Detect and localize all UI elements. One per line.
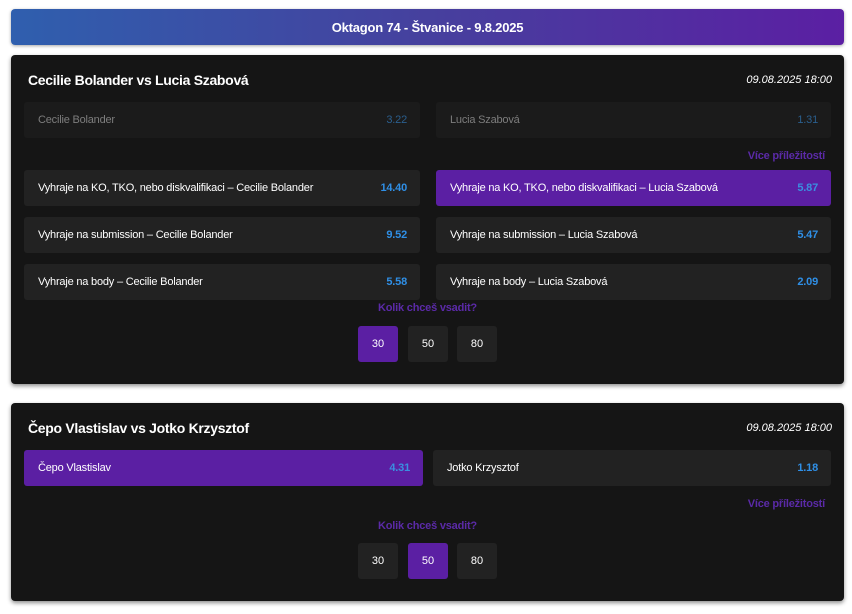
match-date: 09.08.2025 18:00 [746,74,832,86]
odd-button-submission-home[interactable]: Vyhraje na submission – Cecilie Bolander… [24,217,420,253]
odd-button-ko-home[interactable]: Vyhraje na KO, TKO, nebo diskvalifikaci … [24,170,420,206]
odd-button-away[interactable]: Lucia Szabová 1.31 [436,102,831,138]
stake-button-80[interactable]: 80 [457,543,497,579]
stake-question: Kolik chceš vsadit? [378,520,477,532]
match-date: 09.08.2025 18:00 [746,422,832,434]
odd-label: Jotko Krzysztof [447,462,519,474]
event-title: Oktagon 74 - Štvanice - 9.8.2025 [331,19,524,35]
odd-label: Čepo Vlastislav [38,462,111,474]
match-title: Čepo Vlastislav vs Jotko Krzysztof [28,420,249,436]
odd-label: Vyhraje na KO, TKO, nebo diskvalifikaci … [38,182,314,194]
odd-button-away[interactable]: Jotko Krzysztof 1.18 [433,450,831,486]
odd-label: Vyhraje na KO, TKO, nebo diskvalifikaci … [450,182,718,194]
odd-label: Lucia Szabová [450,114,520,126]
more-opportunities-link[interactable]: Více příležitostí [748,150,825,162]
odd-value: 2.09 [797,276,818,288]
match-header: Čepo Vlastislav vs Jotko Krzysztof 09.08… [28,418,832,438]
odd-button-ko-away[interactable]: Vyhraje na KO, TKO, nebo diskvalifikaci … [436,170,831,206]
odd-label: Cecilie Bolander [38,114,115,126]
odd-label: Vyhraje na body – Lucia Szabová [450,276,608,288]
match-card: Cecilie Bolander vs Lucia Szabová 09.08.… [11,55,844,384]
stake-button-30[interactable]: 30 [358,543,398,579]
odd-value: 5.47 [797,229,818,241]
odd-value: 9.52 [386,229,407,241]
stake-button-30[interactable]: 30 [358,326,398,362]
odd-value: 1.18 [797,462,818,474]
odd-value: 3.22 [386,114,407,126]
stake-question: Kolik chceš vsadit? [378,302,477,314]
odd-button-points-home[interactable]: Vyhraje na body – Cecilie Bolander 5.58 [24,264,420,300]
odd-button-points-away[interactable]: Vyhraje na body – Lucia Szabová 2.09 [436,264,831,300]
odd-value: 4.31 [389,462,410,474]
odd-button-home[interactable]: Čepo Vlastislav 4.31 [24,450,423,486]
odd-label: Vyhraje na submission – Cecilie Bolander [38,229,233,241]
odd-value: 14.40 [380,182,407,194]
odd-button-submission-away[interactable]: Vyhraje na submission – Lucia Szabová 5.… [436,217,831,253]
match-card: Čepo Vlastislav vs Jotko Krzysztof 09.08… [11,403,844,601]
match-title: Cecilie Bolander vs Lucia Szabová [28,72,249,88]
odd-value: 5.87 [797,182,818,194]
odd-label: Vyhraje na submission – Lucia Szabová [450,229,638,241]
stake-button-50[interactable]: 50 [408,543,448,579]
odd-value: 1.31 [797,114,818,126]
match-header: Cecilie Bolander vs Lucia Szabová 09.08.… [28,70,832,90]
stake-button-50[interactable]: 50 [408,326,448,362]
odd-button-home[interactable]: Cecilie Bolander 3.22 [24,102,420,138]
more-opportunities-link[interactable]: Více příležitostí [748,498,825,510]
odd-label: Vyhraje na body – Cecilie Bolander [38,276,203,288]
stake-button-80[interactable]: 80 [457,326,497,362]
odd-value: 5.58 [386,276,407,288]
event-banner: Oktagon 74 - Štvanice - 9.8.2025 [11,9,844,45]
